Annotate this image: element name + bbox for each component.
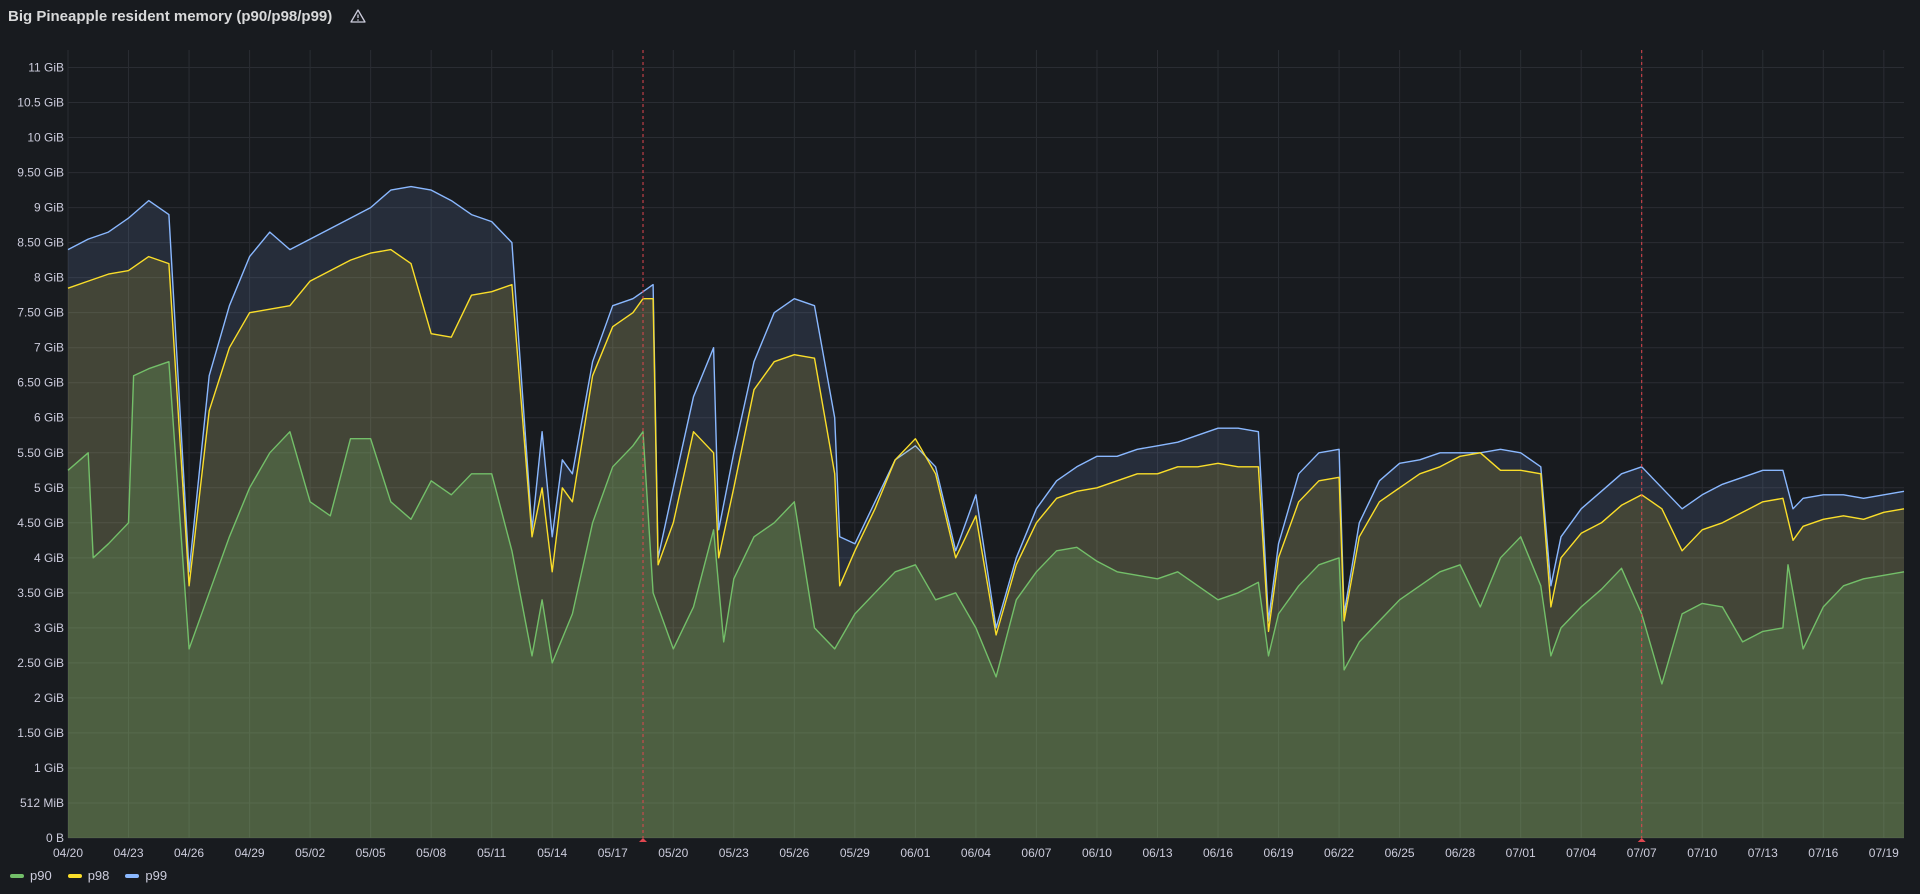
y-tick-label: 5.50 GiB xyxy=(17,446,64,460)
x-tick-label: 05/11 xyxy=(477,846,506,860)
graph-panel: Big Pineapple resident memory (p90/p98/p… xyxy=(0,0,1920,894)
y-tick-label: 8.50 GiB xyxy=(17,236,64,250)
y-tick-label: 4.50 GiB xyxy=(17,516,64,530)
y-tick-label: 7 GiB xyxy=(34,341,64,355)
x-tick-label: 06/25 xyxy=(1385,846,1415,860)
x-tick-label: 06/07 xyxy=(1021,846,1051,860)
x-tick-label: 06/28 xyxy=(1445,846,1475,860)
legend-label: p90 xyxy=(30,868,52,883)
x-tick-label: 07/07 xyxy=(1627,846,1657,860)
chart-legend: p90 p98 p99 xyxy=(10,868,167,883)
y-tick-label: 3 GiB xyxy=(34,621,64,635)
x-tick-label: 07/13 xyxy=(1748,846,1778,860)
x-tick-label: 05/14 xyxy=(537,846,567,860)
x-tick-label: 05/05 xyxy=(356,846,386,860)
x-tick-label: 04/26 xyxy=(174,846,204,860)
x-tick-label: 04/29 xyxy=(235,846,265,860)
x-tick-label: 05/17 xyxy=(598,846,628,860)
x-tick-label: 07/01 xyxy=(1506,846,1536,860)
y-tick-label: 1.50 GiB xyxy=(17,726,64,740)
y-tick-label: 9 GiB xyxy=(34,201,64,215)
x-tick-label: 05/08 xyxy=(416,846,446,860)
annotation-marker[interactable] xyxy=(1637,838,1646,842)
y-tick-label: 512 MiB xyxy=(20,796,64,810)
legend-item-p90[interactable]: p90 xyxy=(10,868,52,883)
y-tick-label: 1 GiB xyxy=(34,761,64,775)
y-tick-label: 4 GiB xyxy=(34,551,64,565)
y-tick-label: 8 GiB xyxy=(34,271,64,285)
x-tick-label: 04/20 xyxy=(53,846,83,860)
y-tick-label: 10 GiB xyxy=(27,131,64,145)
legend-swatch xyxy=(67,873,82,878)
x-tick-label: 05/29 xyxy=(840,846,870,860)
legend-label: p98 xyxy=(87,868,110,883)
y-tick-label: 11 GiB xyxy=(28,61,64,75)
x-tick-label: 07/04 xyxy=(1566,846,1596,860)
y-tick-label: 2 GiB xyxy=(34,691,64,705)
y-tick-label: 5 GiB xyxy=(34,481,64,495)
legend-swatch xyxy=(10,873,24,878)
y-tick-label: 2.50 GiB xyxy=(17,656,64,670)
x-tick-label: 05/02 xyxy=(295,846,325,860)
x-tick-label: 05/26 xyxy=(779,846,809,860)
x-tick-label: 06/22 xyxy=(1324,846,1354,860)
x-tick-label: 06/16 xyxy=(1203,846,1233,860)
y-tick-label: 9.50 GiB xyxy=(17,166,64,180)
x-tick-label: 05/23 xyxy=(719,846,749,860)
y-tick-label: 6.50 GiB xyxy=(17,376,64,390)
y-tick-label: 6 GiB xyxy=(34,411,64,425)
x-tick-label: 07/10 xyxy=(1687,846,1717,860)
x-tick-label: 06/13 xyxy=(1142,846,1172,860)
x-tick-label: 04/23 xyxy=(114,846,144,860)
x-tick-label: 07/16 xyxy=(1808,846,1838,860)
legend-label: p99 xyxy=(145,868,168,883)
memory-chart[interactable]: 0 B 512 MiB 1 GiB 1.50 GiB 2 GiB 2.50 GiB 3 Gi… xyxy=(0,0,1920,894)
x-tick-label: 05/20 xyxy=(658,846,688,860)
legend-item-p99[interactable]: p99 xyxy=(125,868,167,883)
y-tick-label: 0 B xyxy=(46,831,64,845)
y-tick-label: 3.50 GiB xyxy=(17,586,64,600)
annotation-marker[interactable] xyxy=(639,838,648,842)
legend-swatch xyxy=(125,873,140,878)
y-tick-label: 7.50 GiB xyxy=(17,306,64,320)
x-tick-label: 07/19 xyxy=(1869,846,1899,860)
x-tick-label: 06/04 xyxy=(961,846,991,860)
legend-item-p98[interactable]: p98 xyxy=(67,868,110,883)
x-tick-label: 06/10 xyxy=(1082,846,1112,860)
x-tick-label: 06/01 xyxy=(900,846,930,860)
x-tick-label: 06/19 xyxy=(1264,846,1294,860)
y-tick-label: 10.5 GiB xyxy=(17,96,64,110)
